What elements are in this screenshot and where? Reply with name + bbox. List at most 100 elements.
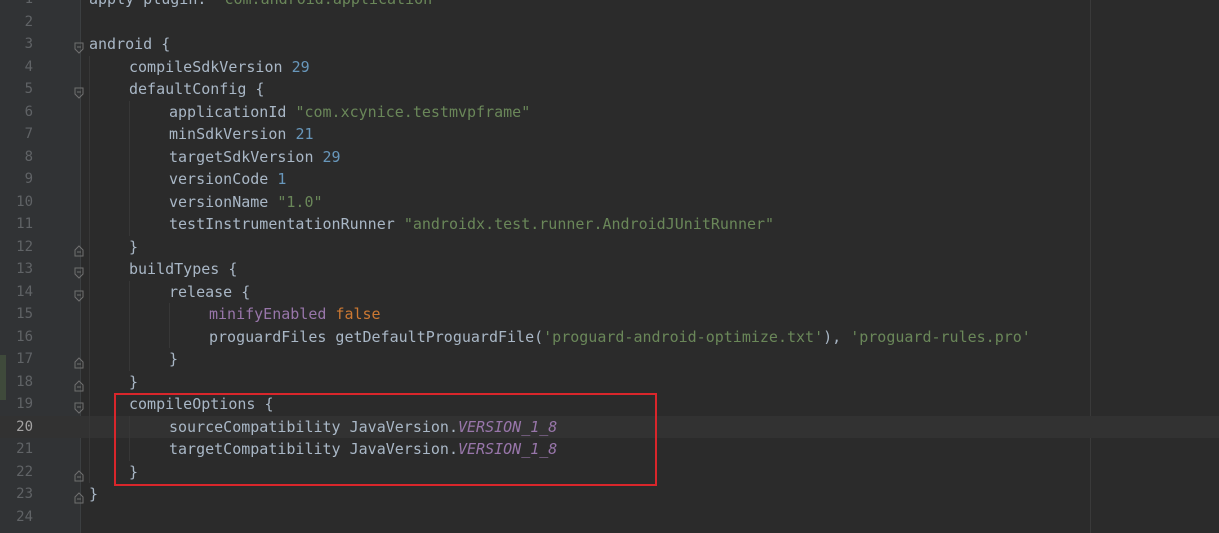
indent-guide — [89, 235, 91, 258]
indent-guide — [89, 370, 91, 393]
line-number[interactable]: 3 — [0, 33, 33, 56]
code-text[interactable]: } — [169, 348, 178, 371]
line-number[interactable]: 1 — [0, 0, 33, 11]
fold-expanded-icon[interactable] — [74, 38, 84, 54]
code-text[interactable]: android { — [89, 33, 170, 56]
code-line[interactable]: 12} — [0, 235, 1219, 259]
line-number[interactable]: 12 — [0, 236, 33, 259]
code-text[interactable]: versionName "1.0" — [169, 191, 323, 214]
code-text[interactable]: minifyEnabled false — [209, 303, 381, 326]
indent-guide — [89, 325, 91, 348]
line-number[interactable]: 4 — [0, 56, 33, 79]
code-line[interactable]: 23} — [0, 483, 1219, 506]
annotation-highlight-box — [114, 393, 657, 486]
indent-guide — [129, 280, 131, 303]
indent-guide — [129, 348, 131, 371]
code-line[interactable]: 7 minSdkVersion 21 — [0, 123, 1219, 146]
line-number[interactable]: 11 — [0, 213, 33, 236]
fold-end-icon[interactable] — [74, 466, 84, 481]
line-number[interactable]: 24 — [0, 506, 33, 529]
code-line[interactable]: 3 android { — [0, 33, 1219, 56]
line-number[interactable]: 16 — [0, 326, 33, 349]
fold-end-icon[interactable] — [74, 353, 84, 369]
code-token: } — [89, 485, 99, 503]
code-token: 'com.android.application' — [215, 0, 441, 8]
fold-expanded-icon[interactable] — [74, 263, 84, 279]
code-line[interactable]: 18} — [0, 370, 1219, 394]
code-line[interactable]: 8 targetSdkVersion 29 — [0, 145, 1219, 169]
code-line[interactable]: 1 apply plugin: 'com.android.application' — [0, 0, 1219, 11]
code-line[interactable]: 2 — [0, 11, 1219, 34]
code-token: 29 — [322, 147, 341, 166]
code-line[interactable]: 17} — [0, 348, 1219, 371]
code-text[interactable]: } — [129, 371, 138, 394]
code-line[interactable]: 13 buildTypes { — [0, 258, 1219, 281]
code-text[interactable]: buildTypes { — [129, 258, 237, 281]
fold-expanded-icon[interactable] — [74, 398, 84, 414]
code-token: android { — [89, 35, 171, 53]
indent-guide — [89, 460, 91, 483]
line-number[interactable]: 17 — [0, 348, 33, 371]
code-text[interactable]: testInstrumentationRunner "androidx.test… — [169, 213, 774, 236]
line-number[interactable]: 20 — [0, 416, 33, 439]
fold-end-icon[interactable] — [74, 488, 84, 504]
code-token: "1.0" — [277, 192, 323, 211]
code-text[interactable]: } — [89, 483, 98, 506]
code-token: buildTypes { — [129, 260, 238, 278]
code-text[interactable]: } — [129, 236, 138, 259]
line-number[interactable]: 13 — [0, 258, 33, 281]
code-text[interactable]: compileSdkVersion 29 — [129, 56, 310, 79]
code-text[interactable]: versionCode 1 — [169, 168, 286, 191]
code-text[interactable]: release { — [169, 281, 250, 304]
code-token: 'proguard-android-optimize.txt' — [543, 327, 824, 346]
code-token: proguardFiles getDefaultProguardFile( — [209, 327, 544, 346]
code-line[interactable]: 24 — [0, 506, 1219, 529]
code-line[interactable]: 10 versionName "1.0" — [0, 190, 1219, 214]
fold-expanded-icon[interactable] — [74, 286, 84, 302]
line-number[interactable]: 6 — [0, 101, 33, 124]
indent-guide — [89, 258, 91, 281]
code-text[interactable]: applicationId "com.xcynice.testmvpframe" — [169, 101, 530, 124]
code-line[interactable]: 11 testInstrumentationRunner "androidx.te… — [0, 213, 1219, 236]
line-number[interactable]: 21 — [0, 438, 33, 461]
line-number[interactable]: 15 — [0, 303, 33, 326]
code-text[interactable]: minSdkVersion 21 — [169, 123, 314, 146]
code-line[interactable]: 9 versionCode 1 — [0, 168, 1219, 191]
code-token: "androidx.test.runner.AndroidJUnitRunner… — [403, 215, 775, 233]
line-number[interactable]: 22 — [0, 461, 33, 484]
code-text[interactable]: defaultConfig { — [129, 78, 264, 101]
line-number[interactable]: 10 — [0, 191, 33, 214]
indent-guide — [89, 190, 91, 213]
code-line[interactable]: 15 minifyEnabled false — [0, 303, 1219, 326]
fold-end-icon[interactable] — [74, 241, 84, 256]
indent-guide — [129, 100, 131, 123]
code-line[interactable]: 4 compileSdkVersion 29 — [0, 55, 1219, 79]
line-number[interactable]: 7 — [0, 123, 33, 146]
indent-guide — [89, 55, 91, 78]
code-text[interactable]: apply plugin: 'com.android.application' — [89, 0, 441, 11]
line-number[interactable]: 9 — [0, 168, 33, 191]
indent-guide — [89, 213, 91, 236]
line-number[interactable]: 5 — [0, 78, 33, 101]
code-line[interactable]: 16 proguardFiles getDefaultProguardFile('… — [0, 325, 1219, 349]
line-number[interactable]: 18 — [0, 371, 33, 394]
code-token: apply plugin: — [89, 0, 215, 8]
code-line[interactable]: 6 applicationId "com.xcynice.testmvpframe… — [0, 100, 1219, 124]
fold-expanded-icon[interactable] — [74, 83, 84, 99]
code-token: versionCode — [169, 170, 278, 188]
code-text[interactable]: targetSdkVersion 29 — [169, 146, 341, 169]
line-number[interactable]: 23 — [0, 483, 33, 506]
code-text[interactable]: proguardFiles getDefaultProguardFile('pr… — [209, 326, 1031, 349]
line-number[interactable]: 19 — [0, 393, 33, 416]
line-number[interactable]: 2 — [0, 11, 33, 34]
code-token: versionName — [169, 192, 278, 211]
line-number[interactable]: 8 — [0, 146, 33, 169]
fold-end-icon[interactable] — [74, 376, 84, 391]
indent-guide — [169, 303, 171, 326]
code-line[interactable]: 5 defaultConfig { — [0, 78, 1219, 101]
code-token: ), — [823, 327, 851, 346]
line-number[interactable]: 14 — [0, 281, 33, 304]
indent-guide — [129, 213, 131, 236]
code-token: } — [129, 237, 139, 256]
code-line[interactable]: 14 release { — [0, 280, 1219, 304]
